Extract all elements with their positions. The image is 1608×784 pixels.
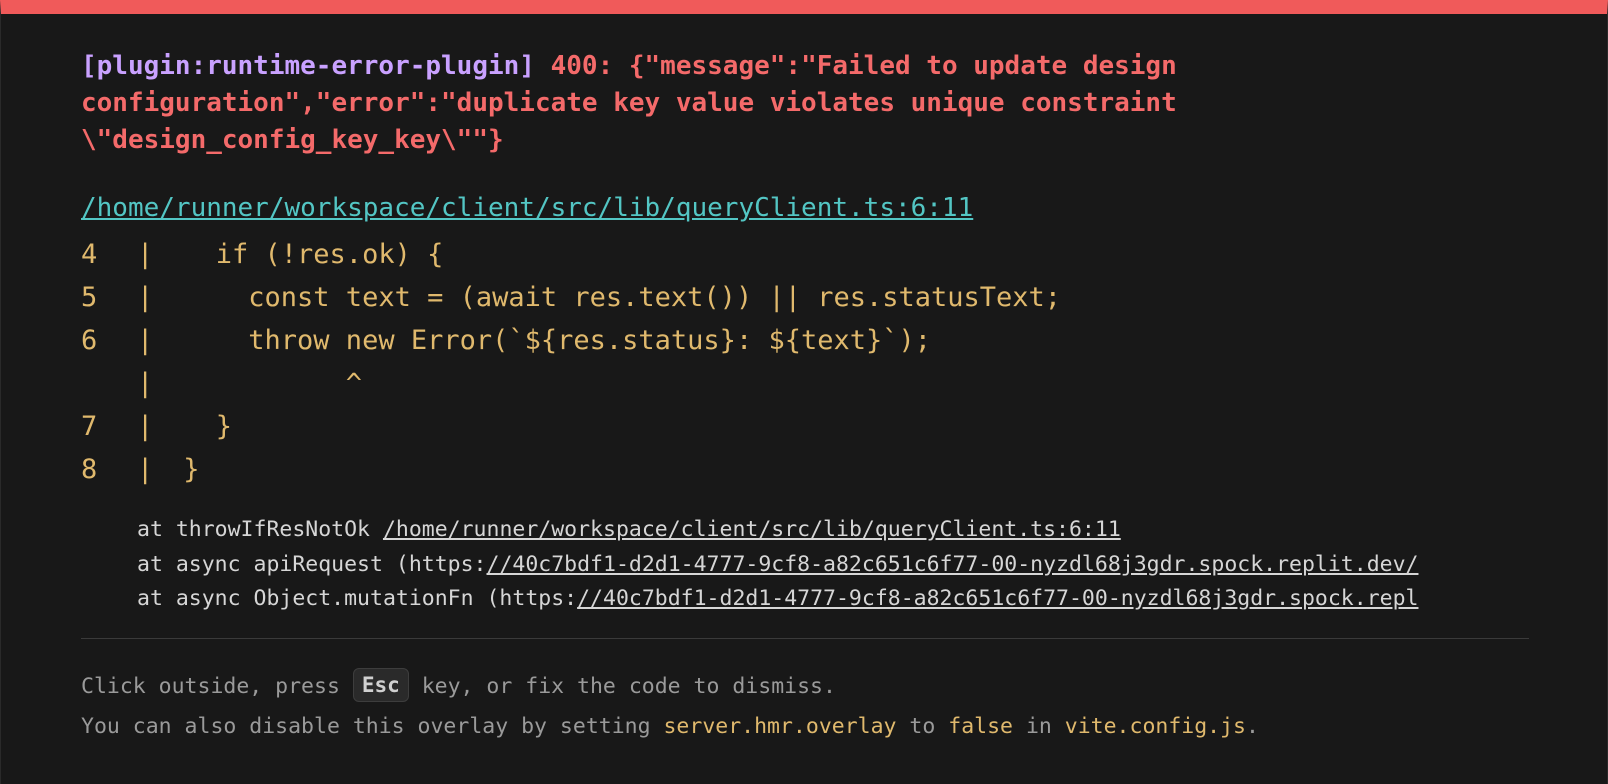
tip-text: in [1013,713,1065,739]
line-number: 4 [81,239,98,270]
gutter-bar: | [137,368,154,399]
code-frame-line: 8 | } [81,448,1529,491]
stack-frame-text: at async Object.mutationFn (https: [137,586,578,611]
error-file-link[interactable]: /home/runner/workspace/client/src/lib/qu… [81,191,973,225]
gutter-bar: | [137,325,154,356]
code-frame-caret-line: | ^ [81,362,1529,405]
caret-marker: ^ [167,368,363,399]
stack-frame-text: at throwIfResNotOk [137,517,383,542]
overlay-content: [plugin:runtime-error-plugin] 400: {"mes… [81,48,1529,747]
tip-text: to [896,713,949,739]
stack-frame: at throwIfResNotOk /home/runner/workspac… [137,513,1607,548]
line-number [81,362,137,405]
code-frame-line: 6 | throw new Error(`${res.status}: ${te… [81,319,1529,362]
plugin-name: [plugin:runtime-error-plugin] [81,51,535,81]
disable-overlay-tip: You can also disable this overlay by set… [81,707,1529,747]
gutter-bar: | [137,454,154,485]
code-text: throw new Error(`${res.status}: ${text}`… [167,325,932,356]
line-number: 6 [81,325,98,356]
gutter-bar: | [137,239,154,270]
stack-frame: at async apiRequest (https://40c7bdf1-d2… [137,548,1607,583]
stack-frame-text: at async apiRequest (https: [137,551,487,577]
error-message: [plugin:runtime-error-plugin] 400: {"mes… [81,48,1321,159]
code-frame-line: 4 | if (!res.ok) { [81,233,1529,276]
gutter-bar: | [137,282,154,313]
stack-frame-link[interactable]: /home/runner/workspace/client/src/lib/qu… [383,517,1121,542]
code-text: const text = (await res.text()) || res.s… [167,282,1062,313]
stack-frame-link[interactable]: //40c7bdf1-d2d1-4777-9cf8-a82c651c6f77-0… [577,586,1418,611]
stack-frame: at async Object.mutationFn (https://40c7… [137,582,1607,617]
dismiss-tip: Click outside, press Esc key, or fix the… [81,667,1529,707]
code-frame: 4 | if (!res.ok) { 5 | const text = (awa… [81,233,1529,491]
esc-key: Esc [352,667,409,702]
dismiss-tip-text: key, or fix the code to dismiss. [408,673,836,699]
code-frame-line: 7 | } [81,405,1529,448]
stack-frame-link[interactable]: //40c7bdf1-d2d1-4777-9cf8-a82c651c6f77-0… [487,552,1419,577]
divider [81,637,1529,639]
dismiss-tip-text: Click outside, press [81,673,353,699]
config-key: server.hmr.overlay [663,713,897,739]
config-file: vite.config.js [1064,713,1246,739]
code-text: } [167,454,200,485]
line-number: 7 [81,411,98,442]
tip-text: You can also disable this overlay by set… [81,713,664,739]
error-overlay: [plugin:runtime-error-plugin] 400: {"mes… [0,0,1608,784]
code-text: } [167,411,233,442]
gutter-bar: | [137,411,154,442]
code-frame-line: 5 | const text = (await res.text()) || r… [81,276,1529,319]
stack-trace: at throwIfResNotOk /home/runner/workspac… [81,513,1607,617]
config-value: false [948,713,1013,739]
line-number: 8 [81,454,98,485]
line-number: 5 [81,282,98,313]
tip-text: . [1246,713,1259,739]
code-text: if (!res.ok) { [167,239,444,270]
